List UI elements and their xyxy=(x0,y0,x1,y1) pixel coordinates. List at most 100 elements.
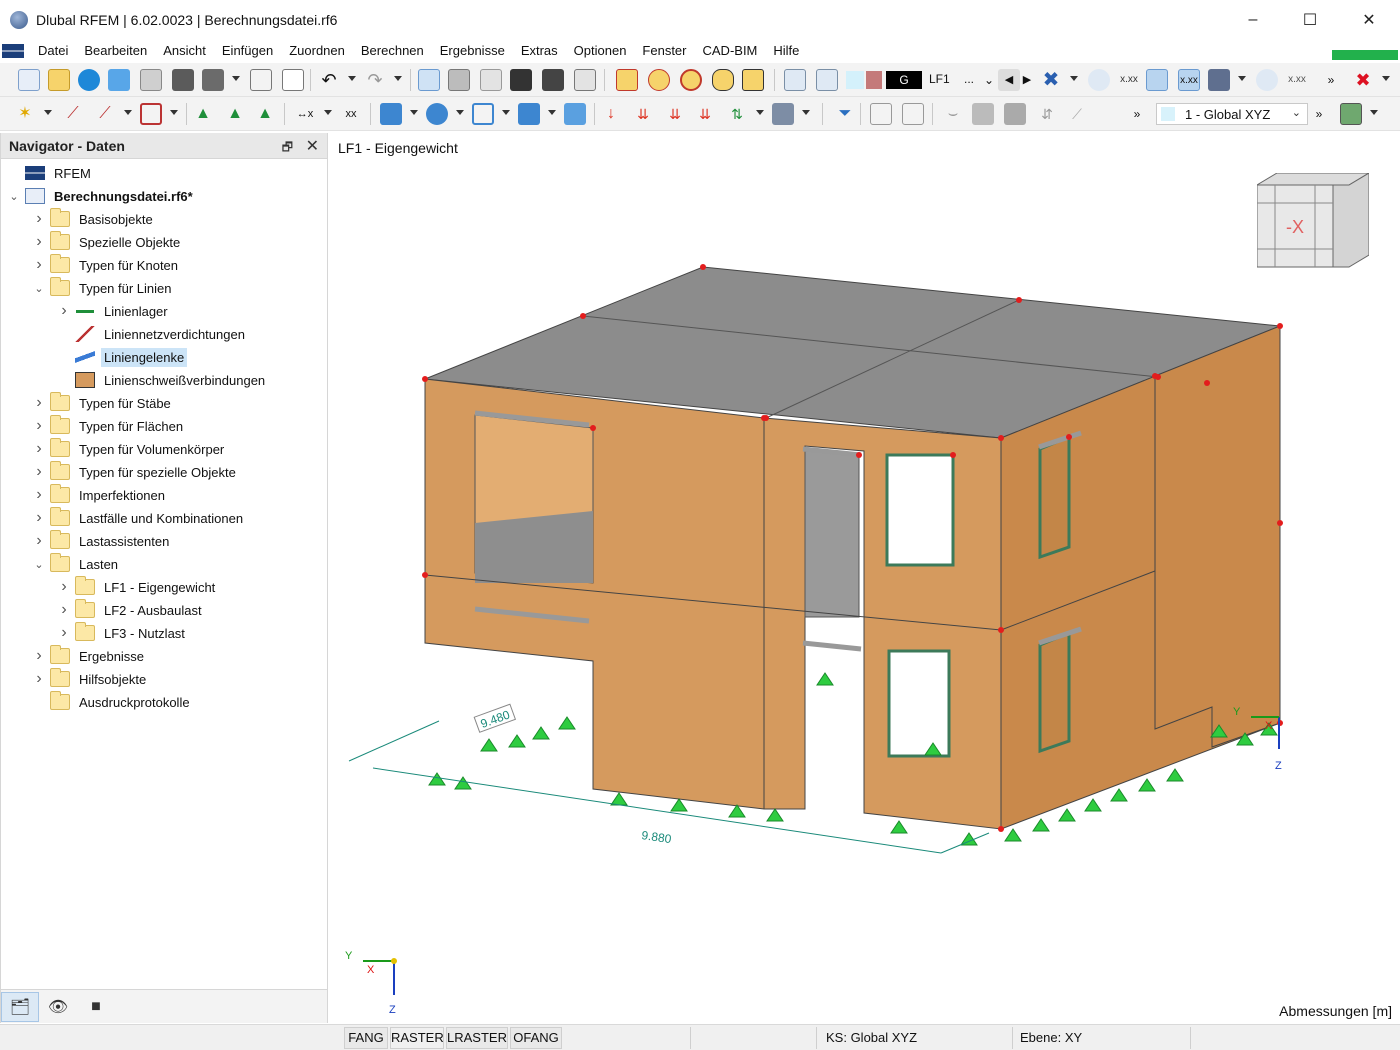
visibility-icon[interactable] xyxy=(1256,69,1278,91)
redo-dropdown-icon[interactable] xyxy=(394,76,402,81)
menu-hilfe[interactable]: Hilfe xyxy=(765,40,807,62)
tree-item-linienschweißverbindungen[interactable]: Linienschweißverbindungen xyxy=(57,369,268,391)
select-circle-icon[interactable] xyxy=(680,69,702,91)
table-icon[interactable] xyxy=(448,69,470,91)
redo-icon[interactable]: ↷ xyxy=(364,69,386,91)
menu-cad-bim[interactable]: CAD-BIM xyxy=(695,40,766,62)
menu-datei[interactable]: Datei xyxy=(30,40,76,62)
menu-einfuegen[interactable]: Einfügen xyxy=(214,40,281,62)
new-file-icon[interactable] xyxy=(18,69,40,91)
new-line-icon[interactable]: ⟋ xyxy=(62,103,84,125)
expand-chevron-icon[interactable]: › xyxy=(32,509,46,527)
expand-chevron-icon[interactable]: › xyxy=(32,256,46,274)
overflow-chevron-icon[interactable]: » xyxy=(1126,103,1148,125)
menu-zuordnen[interactable]: Zuordnen xyxy=(281,40,353,62)
select-polygon-icon[interactable] xyxy=(712,69,734,91)
model-icon[interactable] xyxy=(108,69,130,91)
new-node-icon[interactable]: ✶ xyxy=(14,103,36,125)
dimension-dropdown-icon[interactable] xyxy=(324,110,332,115)
tree-item-lastassistenten[interactable]: › Lastassistenten xyxy=(32,530,172,552)
surface-info-icon[interactable]: ⇊ xyxy=(664,103,686,125)
grid-view-dropdown-icon[interactable] xyxy=(1238,76,1246,81)
front-wall-right[interactable] xyxy=(763,417,1002,830)
tree-item-lf2-ausbaulast[interactable]: › LF2 - Ausbaulast xyxy=(57,599,205,621)
menu-extras[interactable]: Extras xyxy=(513,40,566,62)
open-file-icon[interactable] xyxy=(48,69,70,91)
line-icon[interactable]: ⟋ xyxy=(1066,103,1088,125)
tree-item-typen-für-volumenkörper[interactable]: › Typen für Volumenkörper xyxy=(32,438,227,460)
tree-item-lastfälle-und-kombinationen[interactable]: › Lastfälle und Kombinationen xyxy=(32,507,246,529)
expand-chevron-icon[interactable]: › xyxy=(57,624,71,642)
menu-fenster[interactable]: Fenster xyxy=(634,40,694,62)
minimize-button[interactable]: – xyxy=(1224,0,1282,40)
imperfection-dropdown-icon[interactable] xyxy=(502,110,510,115)
dimension-xx-icon[interactable]: xx xyxy=(340,103,362,125)
surface-grid-icon[interactable] xyxy=(972,103,994,125)
line-grid-toggle[interactable]: LRASTER xyxy=(446,1027,508,1049)
surface-dropdown-icon[interactable] xyxy=(170,110,178,115)
tree-item-typen-für-flächen[interactable]: › Typen für Flächen xyxy=(32,415,186,437)
load-wizard-icon[interactable] xyxy=(426,103,448,125)
navigator-toggle-icon[interactable] xyxy=(418,69,440,91)
surface-support-icon[interactable]: ▲ xyxy=(254,103,276,125)
expand-chevron-icon[interactable]: › xyxy=(57,302,71,320)
collapse-chevron-icon[interactable]: ⌄ xyxy=(32,282,46,295)
tree-item-rfem[interactable]: RFEM xyxy=(7,162,94,184)
menu-berechnen[interactable]: Berechnen xyxy=(353,40,432,62)
overflow-chevron-icon[interactable]: » xyxy=(1308,103,1330,125)
expand-chevron-icon[interactable]: › xyxy=(32,210,46,228)
tree-item-lasten[interactable]: ⌄ Lasten xyxy=(32,553,121,575)
load-case-selector[interactable]: LF1 xyxy=(929,72,950,86)
solid-info-icon[interactable]: ⇊ xyxy=(694,103,716,125)
collapse-chevron-icon[interactable]: ⌄ xyxy=(32,558,46,571)
select-area-icon[interactable] xyxy=(616,69,638,91)
tree-item-lf3-nutzlast[interactable]: › LF3 - Nutzlast xyxy=(57,622,188,644)
tree-item-ergebnisse[interactable]: › Ergebnisse xyxy=(32,645,147,667)
menu-bearbeiten[interactable]: Bearbeiten xyxy=(76,40,155,62)
frame-icon[interactable] xyxy=(870,103,892,125)
expand-chevron-icon[interactable]: › xyxy=(32,670,46,688)
expand-chevron-icon[interactable]: › xyxy=(32,647,46,665)
save-icon[interactable] xyxy=(172,69,194,91)
dimension-icon[interactable]: ↔x xyxy=(294,103,316,125)
panel-icon[interactable] xyxy=(480,69,502,91)
expand-chevron-icon[interactable]: › xyxy=(57,601,71,619)
expand-chevron-icon[interactable]: › xyxy=(57,578,71,596)
coordinate-system-status[interactable]: KS: Global XYZ xyxy=(826,1030,917,1045)
rfem-menu-icon[interactable] xyxy=(2,44,24,58)
node-info-icon[interactable]: ↓ xyxy=(600,103,622,125)
snap-toggle[interactable]: FANG xyxy=(344,1027,388,1049)
deformation-icon[interactable]: ⌣ xyxy=(942,103,964,125)
load-icon[interactable] xyxy=(380,103,402,125)
member-info-icon[interactable]: ⇊ xyxy=(632,103,654,125)
object-snap-toggle[interactable]: OFANG xyxy=(510,1027,562,1049)
reaction-dropdown-icon[interactable] xyxy=(756,110,764,115)
select-lasso-icon[interactable] xyxy=(648,69,670,91)
next-load-case-icon[interactable]: ▶ xyxy=(1016,69,1038,91)
menu-optionen[interactable]: Optionen xyxy=(566,40,635,62)
reaction-icon[interactable]: ⇅ xyxy=(726,103,748,125)
load-dropdown-icon[interactable] xyxy=(410,110,418,115)
restore-icon[interactable]: 🗗 xyxy=(282,138,293,159)
tree-item-liniengelenke[interactable]: Liniengelenke xyxy=(57,346,188,368)
render-mode-dropdown-icon[interactable] xyxy=(1370,110,1378,115)
filter-funnel-icon[interactable]: ⏷ xyxy=(834,103,856,125)
nodal-support-icon[interactable]: ▲ xyxy=(192,103,214,125)
overflow-chevron-icon[interactable]: » xyxy=(1320,69,1342,91)
cloud-icon[interactable] xyxy=(78,69,100,91)
expand-chevron-icon[interactable]: › xyxy=(32,233,46,251)
result-values-icon[interactable]: x.xx xyxy=(1118,69,1140,91)
close-button[interactable]: ✕ xyxy=(1340,0,1398,40)
cancel-search-icon[interactable]: ✖ xyxy=(1352,69,1374,91)
new-surface-icon[interactable] xyxy=(140,103,162,125)
load-previous-icon[interactable] xyxy=(784,69,806,91)
render-mode-icon[interactable] xyxy=(1340,103,1362,125)
print-preview-icon[interactable] xyxy=(140,69,162,91)
tree-item-lf1-eigengewicht[interactable]: › LF1 - Eigengewicht xyxy=(57,576,218,598)
camera-icon[interactable]: ■ xyxy=(77,992,115,1022)
expand-chevron-icon[interactable]: › xyxy=(32,394,46,412)
eye-icon[interactable] xyxy=(1146,69,1168,91)
tree-item-liniennetzverdichtungen[interactable]: Liniennetzverdichtungen xyxy=(57,323,248,345)
clip-icon[interactable] xyxy=(902,103,924,125)
expand-chevron-icon[interactable]: › xyxy=(32,417,46,435)
